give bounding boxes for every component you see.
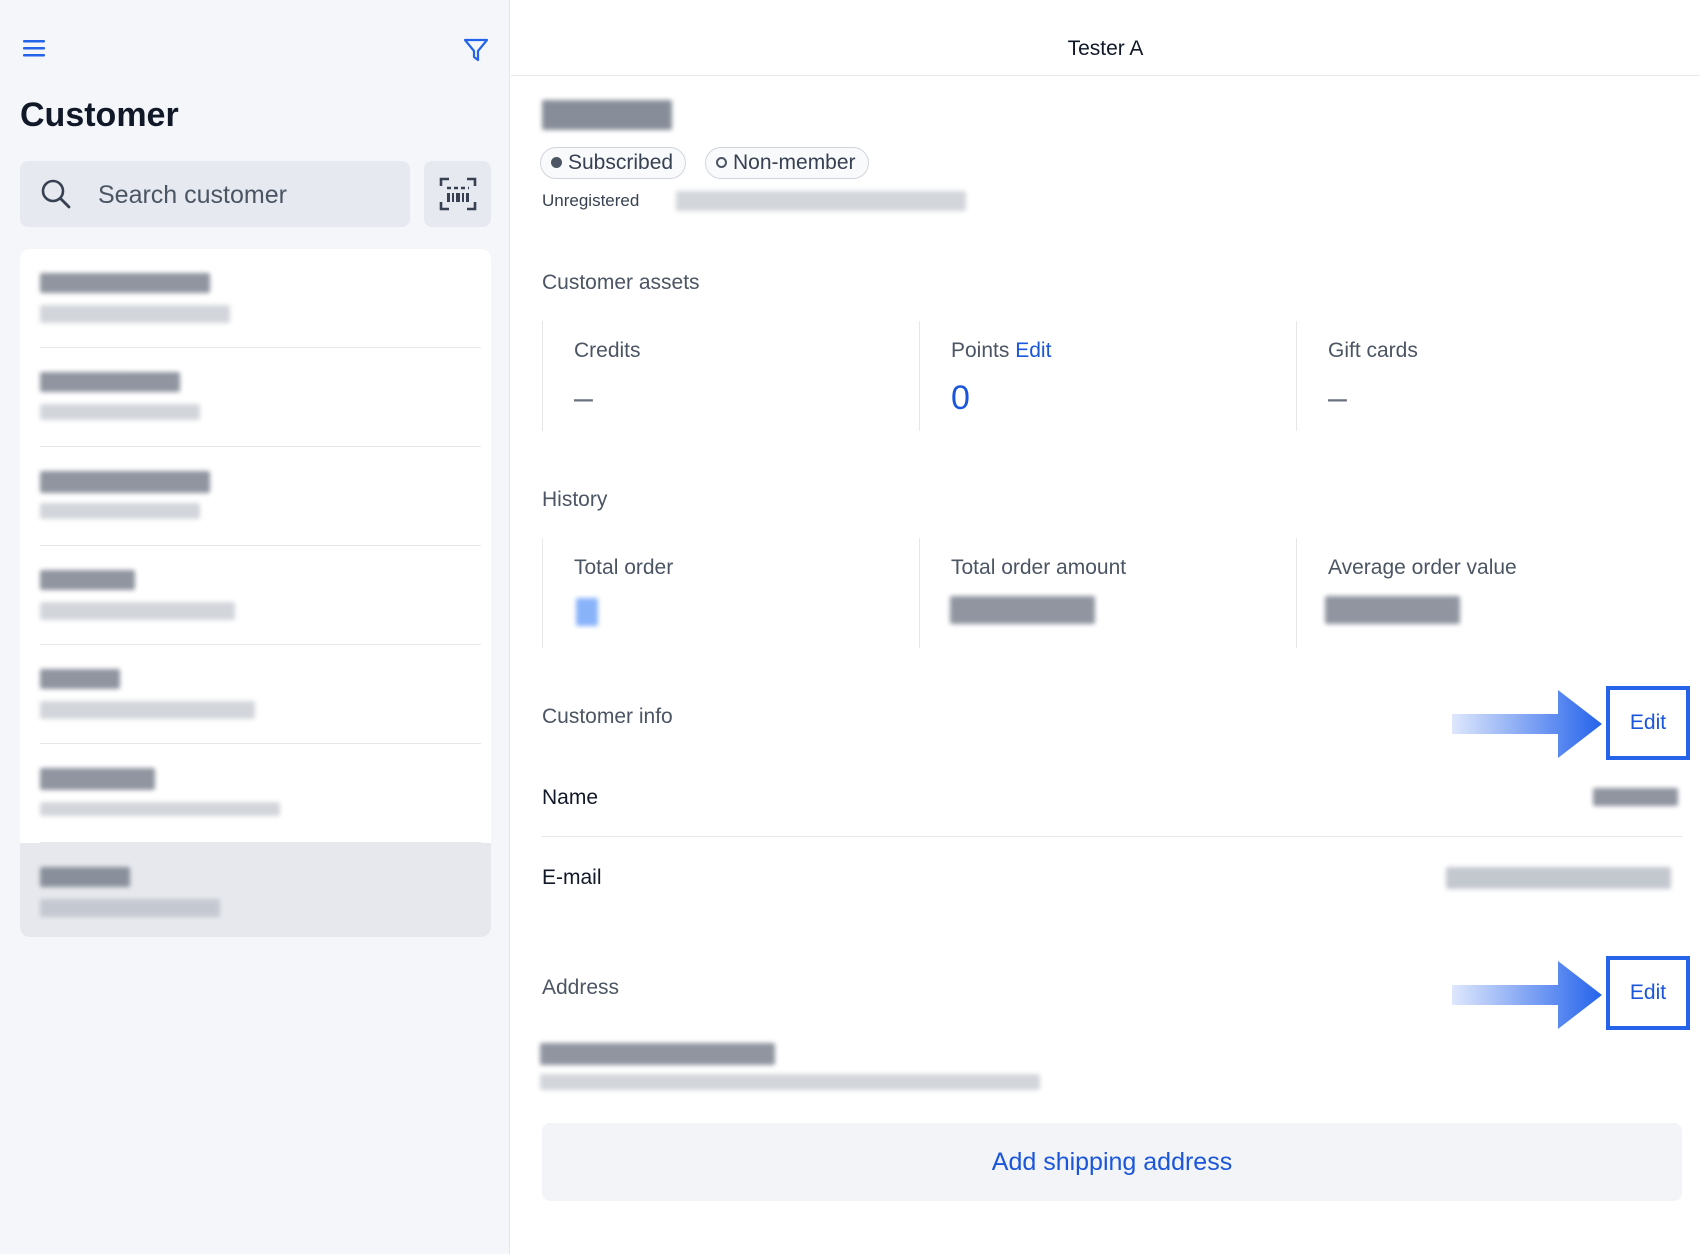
email-value-redacted — [1446, 867, 1671, 889]
gift-cards-stat: Gift cards – — [1296, 321, 1673, 431]
name-label: Name — [542, 786, 599, 809]
info-row-divider — [542, 836, 1682, 837]
address-line1-redacted — [540, 1043, 775, 1065]
points-edit-link[interactable]: Edit — [1015, 339, 1051, 362]
detail-header: Tester A — [511, 0, 1700, 76]
name-value-redacted — [1593, 788, 1678, 806]
filter-funnel-icon[interactable] — [462, 36, 490, 64]
address-section-title: Address — [542, 976, 620, 999]
barcode-scan-icon — [439, 177, 477, 211]
customer-name-redacted — [542, 100, 672, 130]
points-value: 0 — [951, 379, 970, 417]
search-input[interactable] — [96, 173, 400, 217]
barcode-scan-button[interactable] — [424, 161, 491, 227]
customer-list-item[interactable] — [20, 546, 491, 645]
customer-search-box[interactable] — [20, 161, 410, 227]
customer-detail-panel: Tester A Subscribed Non-member Unregiste… — [511, 0, 1700, 1254]
address-edit-button[interactable]: Edit — [1606, 956, 1690, 1030]
total-order-amount-stat: Total order amount — [919, 538, 1296, 648]
points-stat: Points Edit 0 — [919, 321, 1296, 431]
customer-sidebar: Customer — [0, 0, 510, 1254]
average-order-value-stat: Average order value — [1296, 538, 1673, 648]
average-order-value-redacted — [1325, 596, 1460, 624]
assets-section-title: Customer assets — [542, 271, 700, 294]
registration-status: Unregistered — [542, 191, 640, 210]
search-icon — [41, 179, 71, 209]
sidebar-title: Customer — [20, 96, 179, 134]
customer-list-item[interactable] — [20, 249, 491, 348]
registration-detail-redacted — [676, 191, 966, 211]
total-order-amount-redacted — [950, 596, 1095, 624]
total-order-value-redacted — [576, 598, 598, 626]
credits-stat: Credits – — [542, 321, 919, 431]
filled-dot-icon — [551, 157, 562, 168]
customer-list-item[interactable] — [20, 744, 491, 843]
add-shipping-address-button[interactable]: Add shipping address — [542, 1123, 1682, 1201]
arrow-right-icon — [1452, 961, 1602, 1029]
customer-list — [20, 249, 491, 937]
total-order-stat: Total order — [542, 538, 919, 648]
customer-list-item[interactable] — [20, 348, 491, 447]
non-member-badge: Non-member — [705, 147, 869, 179]
empty-dot-icon — [716, 157, 727, 168]
customer-list-item[interactable] — [20, 447, 491, 546]
points-label: Points — [951, 339, 1010, 362]
email-label: E-mail — [542, 866, 602, 889]
customer-info-edit-button[interactable]: Edit — [1606, 686, 1690, 760]
history-section-title: History — [542, 488, 608, 511]
arrow-right-icon — [1452, 690, 1602, 758]
customer-info-section-title: Customer info — [542, 705, 673, 728]
subscribed-badge: Subscribed — [540, 147, 687, 179]
customer-header-title: Tester A — [1067, 37, 1144, 60]
customer-list-item-selected[interactable] — [20, 843, 491, 937]
customer-list-item[interactable] — [20, 645, 491, 744]
address-line2-redacted — [540, 1074, 1040, 1090]
hamburger-menu-icon[interactable] — [20, 36, 50, 60]
